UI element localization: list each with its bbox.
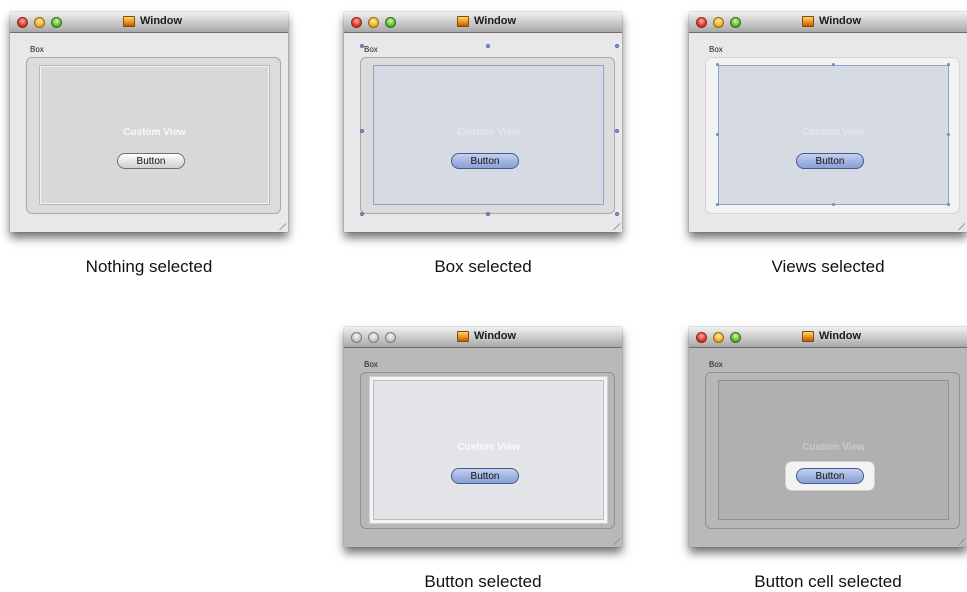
window: Window Box Custom View Button <box>689 12 967 232</box>
window-app-icon <box>457 331 469 342</box>
window-app-icon <box>802 331 814 342</box>
selection-handle[interactable] <box>486 212 490 216</box>
zoom-button-icon[interactable] <box>385 17 396 28</box>
custom-view[interactable]: Custom View Button <box>39 65 270 205</box>
selection-handle[interactable] <box>360 212 364 216</box>
push-button[interactable]: Button <box>796 468 864 484</box>
minimize-button-icon[interactable] <box>34 17 45 28</box>
panel-button-selected: Window Box Custom View Button Button sel… <box>344 327 622 592</box>
resize-grip-icon[interactable] <box>953 218 965 230</box>
title-bar[interactable]: Window <box>10 12 288 33</box>
box-title: Box <box>364 360 378 369</box>
panel-caption: Button selected <box>424 572 542 591</box>
push-button[interactable]: Button <box>451 153 519 169</box>
box-title: Box <box>709 360 723 369</box>
zoom-button-icon[interactable] <box>730 332 741 343</box>
push-button[interactable]: Button <box>451 468 519 484</box>
custom-view-label: Custom View <box>802 442 865 453</box>
resize-grip-icon[interactable] <box>608 533 620 545</box>
panel-button-cell-selected: Window Box Custom View Button Button cel… <box>689 327 967 592</box>
selection-handle[interactable] <box>615 129 619 133</box>
window-title: Window <box>474 15 517 27</box>
custom-view-label: Custom View <box>457 127 520 138</box>
window-title: Window <box>819 330 862 342</box>
window: Window Box Custom View Button <box>10 12 288 232</box>
selection-handle[interactable] <box>947 133 950 136</box>
panel-caption: Box selected <box>434 257 532 276</box>
title-bar[interactable]: Window <box>344 327 622 348</box>
selection-handle[interactable] <box>716 63 719 66</box>
custom-view[interactable]: Custom View Button <box>370 377 607 523</box>
selection-handle[interactable] <box>615 212 619 216</box>
button-cell-highlight: Button <box>786 462 874 490</box>
push-button[interactable]: Button <box>796 153 864 169</box>
custom-view[interactable]: Custom View Button <box>373 65 604 205</box>
window: Window Box Custom View Button <box>344 327 622 547</box>
box-title: Box <box>364 45 378 54</box>
close-button-icon[interactable] <box>351 17 362 28</box>
minimize-button-icon[interactable] <box>713 17 724 28</box>
window-app-icon <box>123 16 135 27</box>
title-bar[interactable]: Window <box>689 327 967 348</box>
window: Window Box Custom View Button <box>344 12 622 232</box>
close-button-icon[interactable] <box>17 17 28 28</box>
resize-grip-icon[interactable] <box>953 533 965 545</box>
custom-view-label: Custom View <box>802 127 865 138</box>
selection-handle[interactable] <box>716 203 719 206</box>
box-title: Box <box>30 45 44 54</box>
window-title: Window <box>140 15 183 27</box>
zoom-button-icon[interactable] <box>51 17 62 28</box>
selection-handle[interactable] <box>615 44 619 48</box>
box-title: Box <box>709 45 723 54</box>
panel-caption: Views selected <box>771 257 885 276</box>
minimize-button-icon[interactable] <box>368 332 379 343</box>
title-bar[interactable]: Window <box>344 12 622 33</box>
panel-nothing-selected: Window Box Custom View Button Nothing se… <box>10 12 288 282</box>
minimize-button-icon[interactable] <box>368 17 379 28</box>
minimize-button-icon[interactable] <box>713 332 724 343</box>
selection-handle[interactable] <box>947 63 950 66</box>
window-app-icon <box>457 16 469 27</box>
custom-view[interactable]: Custom View Button <box>718 65 949 205</box>
resize-grip-icon[interactable] <box>274 218 286 230</box>
window-app-icon <box>802 16 814 27</box>
push-button[interactable]: Button <box>117 153 185 169</box>
selection-handle[interactable] <box>832 63 835 66</box>
zoom-button-icon[interactable] <box>385 332 396 343</box>
window-title: Window <box>474 330 517 342</box>
custom-view-label: Custom View <box>123 127 186 138</box>
selection-handle[interactable] <box>716 133 719 136</box>
selection-handle[interactable] <box>947 203 950 206</box>
panel-caption: Button cell selected <box>754 572 902 591</box>
panel-views-selected: Window Box Custom View Button Views sele… <box>689 12 967 282</box>
selection-handle[interactable] <box>486 44 490 48</box>
panel-caption: Nothing selected <box>85 257 213 276</box>
window-title: Window <box>819 15 862 27</box>
selection-handle[interactable] <box>360 44 364 48</box>
selection-handle[interactable] <box>832 203 835 206</box>
close-button-icon[interactable] <box>351 332 362 343</box>
title-bar[interactable]: Window <box>689 12 967 33</box>
zoom-button-icon[interactable] <box>730 17 741 28</box>
custom-view-label: Custom View <box>457 442 520 453</box>
panel-box-selected: Window Box Custom View Button Box select… <box>344 12 622 282</box>
resize-grip-icon[interactable] <box>608 218 620 230</box>
close-button-icon[interactable] <box>696 332 707 343</box>
close-button-icon[interactable] <box>696 17 707 28</box>
custom-view[interactable]: Custom View Button <box>718 380 949 520</box>
window: Window Box Custom View Button <box>689 327 967 547</box>
selection-handle[interactable] <box>360 129 364 133</box>
